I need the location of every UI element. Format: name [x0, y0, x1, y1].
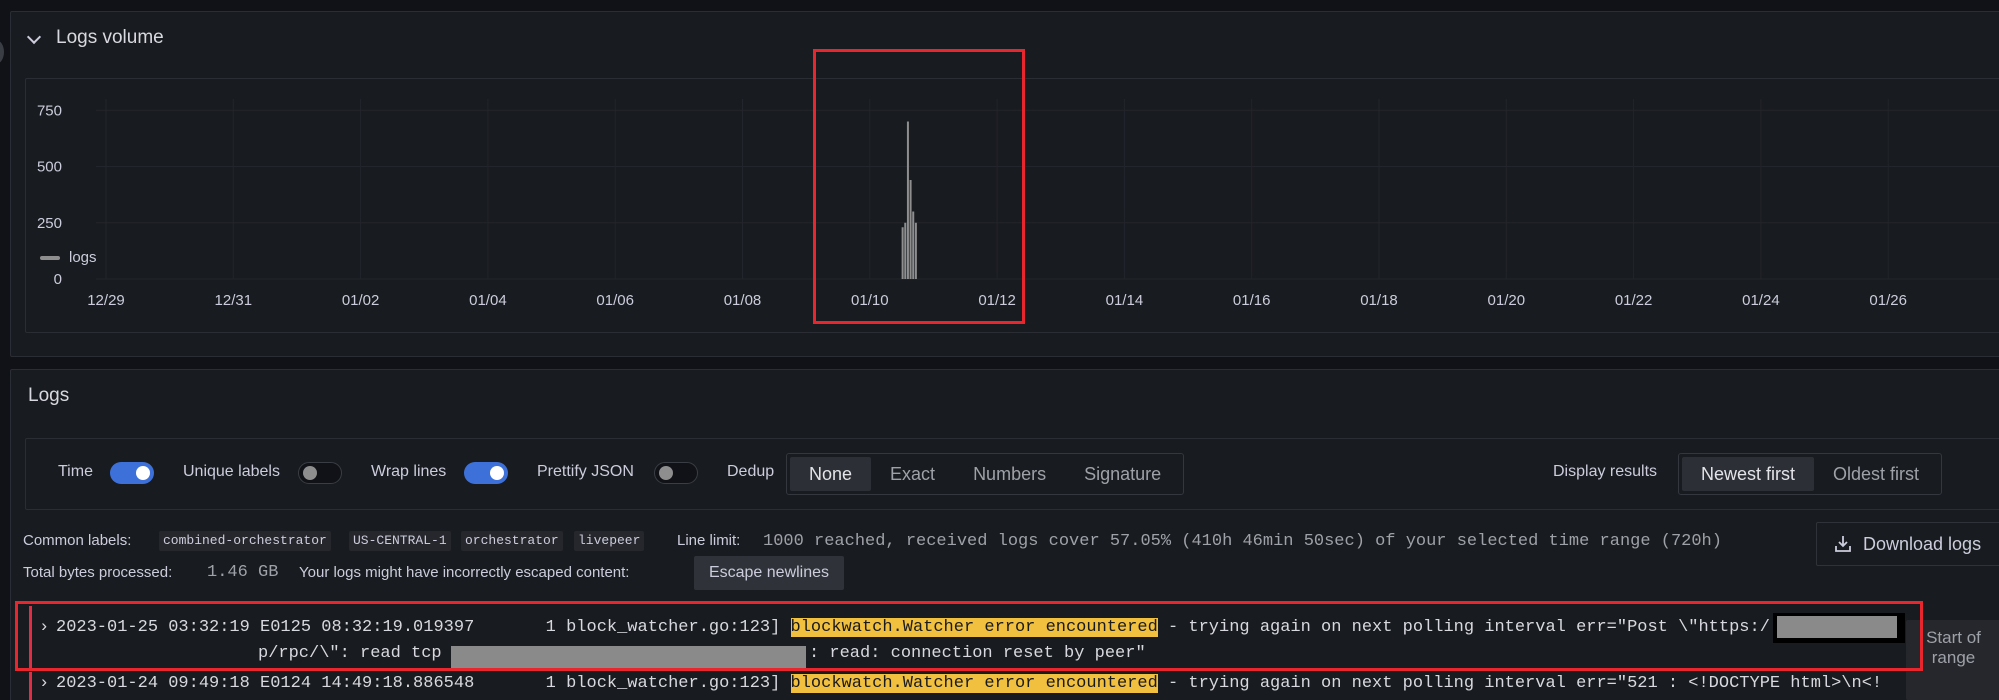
toggle-knob: [659, 466, 673, 480]
logs-options-bar: Time Unique labels Wrap lines Prettify J…: [25, 438, 1999, 510]
wrap-lines-label: Wrap lines: [371, 463, 447, 480]
y-tick-label: 0: [54, 271, 62, 288]
start-of-range-label: Start of range: [1926, 628, 1981, 667]
prettify-json-toggle[interactable]: [654, 462, 698, 484]
logs-panel: Logs Time Unique labels Wrap lines Prett…: [10, 369, 1999, 700]
x-tick-label: 01/06: [596, 292, 634, 309]
legend-swatch: [40, 256, 60, 260]
x-tick-label: 12/29: [87, 292, 125, 309]
log-highlight: blockwatch.Watcher error encountered: [790, 674, 1158, 693]
prettify-json-label: Prettify JSON: [537, 463, 634, 480]
logs-volume-panel: Logs volume 750 500 250 0 12/29 12/31 01/02 01/…: [10, 11, 1999, 357]
x-tick-label: 12/31: [215, 292, 253, 309]
common-label-chip: livepeer: [574, 531, 645, 551]
toggle-knob: [303, 466, 317, 480]
logs-title: Logs: [28, 385, 70, 406]
toggle-knob: [490, 466, 504, 480]
log-suffix: - trying again on next polling interval …: [1157, 618, 1770, 637]
legend-label[interactable]: logs: [69, 249, 97, 266]
volume-bar[interactable]: [906, 121, 909, 280]
dedup-radio-group: None Exact Numbers Signature: [786, 453, 1185, 495]
redacted-gray-block: [1777, 616, 1897, 638]
download-icon: [1835, 536, 1851, 552]
common-label-chip: US-CENTRAL-1: [349, 531, 451, 551]
total-bytes-key: Total bytes processed:: [23, 564, 173, 581]
log-prefix: 2023-01-25 03:32:19 E0125 08:32:19.01939…: [56, 618, 791, 637]
y-tick-label: 500: [37, 159, 62, 176]
log-line2-b: : read: connection reset by peer": [809, 644, 1146, 663]
log-row-line: 2023-01-25 03:32:19 E0125 08:32:19.01939…: [56, 618, 1770, 637]
log-row-line-2: p/rpc/\": read tcp: [258, 644, 452, 663]
line-limit-value: 1000 reached, received logs cover 57.05%…: [763, 532, 1722, 551]
display-results-label: Display results: [1553, 463, 1658, 480]
volume-bar[interactable]: [901, 227, 904, 279]
x-tick-label: 01/22: [1615, 292, 1653, 309]
x-tick-label: 01/04: [469, 292, 507, 309]
volume-bar[interactable]: [904, 222, 907, 279]
x-tick-label: 01/16: [1233, 292, 1271, 309]
escape-newlines-button[interactable]: Escape newlines: [694, 556, 844, 590]
log-row-expand-icon[interactable]: ›: [39, 674, 49, 693]
x-tick-label: 01/18: [1360, 292, 1398, 309]
dedup-none-option[interactable]: None: [790, 457, 872, 491]
download-logs-label: Download logs: [1863, 533, 1982, 554]
x-tick-label: 01/20: [1488, 292, 1526, 309]
dedup-signature-option[interactable]: Signature: [1065, 457, 1180, 491]
x-tick-label: 01/12: [978, 292, 1016, 309]
left-edge-handle: [0, 40, 4, 64]
time-label: Time: [58, 463, 93, 480]
start-of-range-button[interactable]: Start of range: [1906, 620, 1999, 700]
escape-warning-text: Your logs might have incorrectly escaped…: [299, 564, 630, 581]
x-tick-label: 01/10: [851, 292, 889, 309]
log-highlight: blockwatch.Watcher error encountered: [790, 618, 1158, 637]
volume-bar[interactable]: [912, 211, 915, 280]
total-bytes-value: 1.46 GB: [207, 563, 279, 582]
download-logs-button[interactable]: Download logs: [1816, 522, 1999, 566]
collapse-chevron-icon[interactable]: [26, 29, 42, 45]
x-tick-label: 01/24: [1742, 292, 1780, 309]
display-results-radio-group: Newest first Oldest first: [1678, 453, 1943, 495]
toggle-knob: [136, 466, 150, 480]
dedup-exact-option[interactable]: Exact: [871, 457, 954, 491]
dedup-numbers-option[interactable]: Numbers: [954, 457, 1065, 491]
logs-volume-chart: 750 500 250 0 12/29 12/31 01/02 01/04 01/06 01/08…: [25, 78, 1999, 333]
dedup-label: Dedup: [727, 463, 775, 480]
y-tick-label: 250: [37, 215, 62, 232]
x-tick-label: 01/14: [1106, 292, 1144, 309]
log-line2-a: p/rpc/\": read tcp: [258, 644, 452, 663]
common-label-chip: combined-orchestrator: [159, 531, 331, 551]
y-tick-label: 750: [37, 102, 62, 119]
common-label-chip: orchestrator: [461, 531, 563, 551]
chart-svg: 750 500 250 0 12/29 12/31 01/02 01/04 01/06 01/08…: [37, 99, 1999, 309]
volume-bar[interactable]: [909, 180, 912, 279]
logs-volume-title: Logs volume: [56, 27, 164, 48]
unique-labels-label: Unique labels: [183, 463, 280, 480]
newest-first-option[interactable]: Newest first: [1682, 457, 1815, 491]
log-row-line: 2023-01-24 09:49:18 E0124 14:49:18.88654…: [56, 674, 1882, 693]
x-tick-label: 01/26: [1869, 292, 1907, 309]
time-toggle[interactable]: [110, 462, 154, 484]
line-limit-key: Line limit:: [677, 532, 741, 549]
x-tick-label: 01/02: [342, 292, 380, 309]
log-suffix: - trying again on next polling interval …: [1157, 674, 1883, 693]
log-row-line-2b: : read: connection reset by peer": [809, 644, 1146, 663]
log-prefix: 2023-01-24 09:49:18 E0124 14:49:18.88654…: [56, 674, 791, 693]
log-row-expand-icon[interactable]: ›: [39, 618, 49, 637]
oldest-first-option[interactable]: Oldest first: [1814, 457, 1938, 491]
wrap-lines-toggle[interactable]: [464, 462, 508, 484]
volume-bar[interactable]: [914, 222, 917, 279]
redacted-gray-block: [451, 646, 806, 668]
unique-labels-toggle[interactable]: [298, 462, 342, 484]
common-labels-key: Common labels:: [23, 532, 132, 549]
x-tick-label: 01/08: [724, 292, 762, 309]
